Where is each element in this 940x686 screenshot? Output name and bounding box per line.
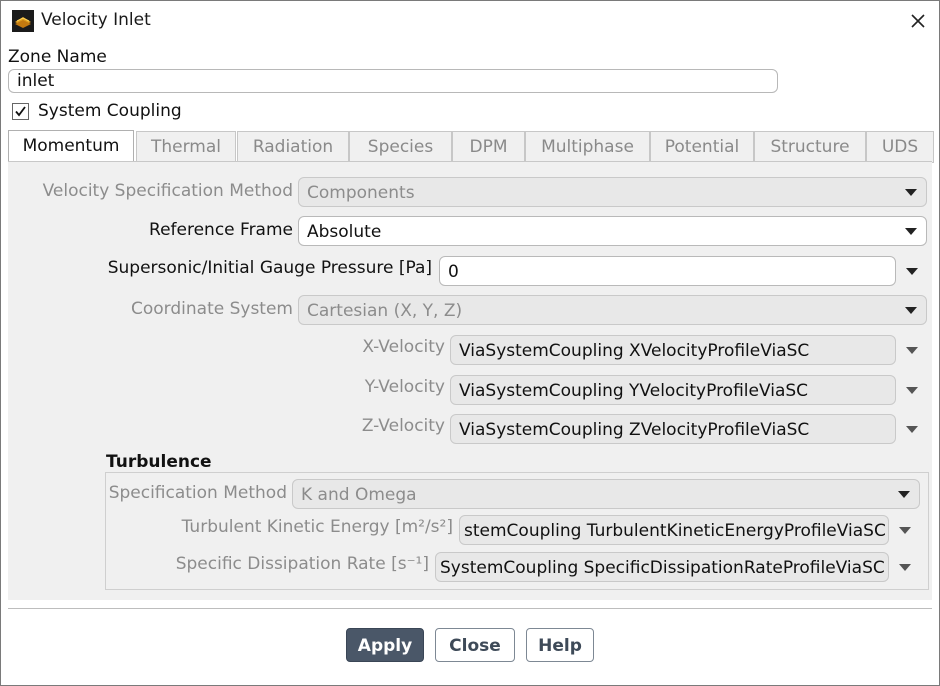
z-velocity-input[interactable]: ViaSystemCoupling ZVelocityProfileViaSC bbox=[450, 414, 896, 444]
tab-dpm[interactable]: DPM bbox=[452, 131, 525, 163]
x-velocity-label: X-Velocity bbox=[362, 337, 445, 357]
velocity-inlet-dialog: Velocity Inlet Zone Name inlet System Co… bbox=[0, 0, 940, 686]
chevron-down-icon[interactable] bbox=[905, 228, 917, 235]
system-coupling-label: System Coupling bbox=[38, 101, 182, 121]
x-velocity-input[interactable]: ViaSystemCoupling XVelocityProfileViaSC bbox=[450, 335, 896, 365]
title-bar[interactable]: Velocity Inlet bbox=[1, 1, 939, 41]
apply-button[interactable]: Apply bbox=[346, 628, 424, 662]
zone-name-input[interactable]: inlet bbox=[8, 69, 778, 93]
chevron-down-icon[interactable] bbox=[899, 564, 911, 571]
tke-input[interactable]: stemCoupling TurbulentKineticEnergyProfi… bbox=[459, 515, 889, 545]
tab-structure[interactable]: Structure bbox=[754, 131, 866, 163]
help-button[interactable]: Help bbox=[526, 628, 594, 662]
turbulence-heading: Turbulence bbox=[106, 452, 212, 472]
coordinate-system-dropdown[interactable]: Cartesian (X, Y, Z) bbox=[298, 295, 927, 325]
turbulence-spec-dropdown[interactable]: K and Omega bbox=[292, 479, 920, 509]
velocity-spec-dropdown[interactable]: Components bbox=[298, 177, 927, 207]
check-icon bbox=[15, 106, 26, 117]
zone-name-label: Zone Name bbox=[8, 47, 107, 67]
turbulence-spec-label: Specification Method bbox=[108, 483, 287, 503]
chevron-down-icon[interactable] bbox=[906, 426, 918, 433]
window-title: Velocity Inlet bbox=[41, 10, 151, 30]
reference-frame-dropdown[interactable]: Absolute bbox=[298, 216, 927, 246]
chevron-down-icon[interactable] bbox=[906, 268, 918, 275]
tab-thermal[interactable]: Thermal bbox=[136, 131, 236, 163]
reference-frame-label: Reference Frame bbox=[149, 220, 293, 240]
sdr-input[interactable]: SystemCoupling SpecificDissipationRatePr… bbox=[435, 552, 889, 582]
y-velocity-input[interactable]: ViaSystemCoupling YVelocityProfileViaSC bbox=[450, 375, 896, 405]
tab-momentum[interactable]: Momentum bbox=[8, 130, 134, 163]
close-icon[interactable] bbox=[906, 9, 930, 33]
tab-multiphase[interactable]: Multiphase bbox=[525, 131, 650, 163]
chevron-down-icon[interactable] bbox=[905, 307, 917, 314]
chevron-down-icon[interactable] bbox=[905, 189, 917, 196]
divider bbox=[8, 608, 932, 609]
gauge-pressure-input[interactable]: 0 bbox=[439, 256, 896, 286]
chevron-down-icon[interactable] bbox=[906, 387, 918, 394]
tab-species[interactable]: Species bbox=[349, 131, 452, 163]
tab-uds[interactable]: UDS bbox=[866, 131, 934, 163]
coordinate-system-label: Coordinate System bbox=[131, 299, 293, 319]
tab-radiation[interactable]: Radiation bbox=[237, 131, 349, 163]
chevron-down-icon[interactable] bbox=[899, 527, 911, 534]
tke-label: Turbulent Kinetic Energy [m²/s²] bbox=[181, 517, 453, 537]
sdr-label: Specific Dissipation Rate [s⁻¹] bbox=[175, 554, 429, 574]
z-velocity-label: Z-Velocity bbox=[361, 416, 445, 436]
y-velocity-label: Y-Velocity bbox=[364, 377, 445, 397]
chevron-down-icon[interactable] bbox=[906, 347, 918, 354]
gauge-pressure-label: Supersonic/Initial Gauge Pressure [Pa] bbox=[107, 258, 432, 278]
fluent-app-icon bbox=[12, 10, 34, 32]
close-button[interactable]: Close bbox=[435, 628, 515, 662]
velocity-spec-label: Velocity Specification Method bbox=[42, 181, 293, 201]
chevron-down-icon[interactable] bbox=[898, 491, 910, 498]
system-coupling-checkbox[interactable] bbox=[12, 103, 29, 120]
tab-potential[interactable]: Potential bbox=[650, 131, 754, 163]
